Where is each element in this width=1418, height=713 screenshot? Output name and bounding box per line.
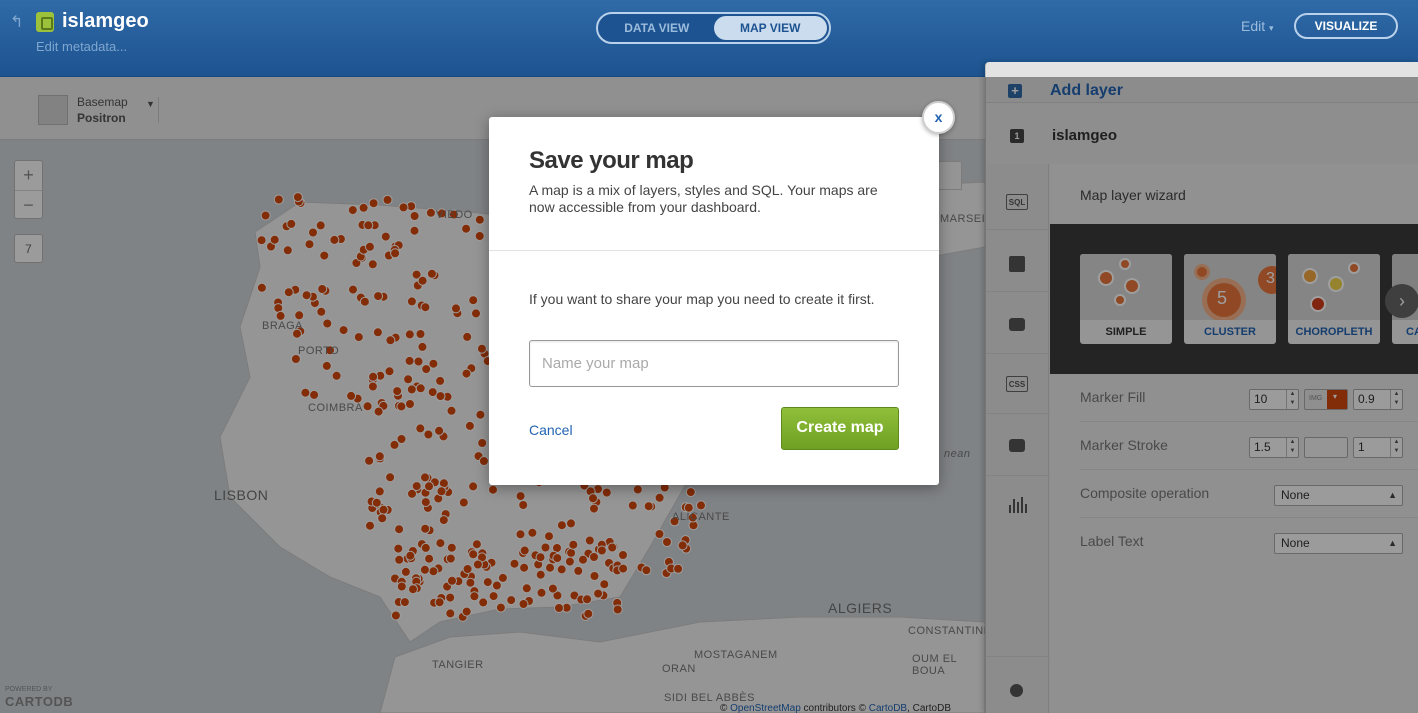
- close-icon[interactable]: x: [922, 101, 955, 134]
- edit-metadata-link[interactable]: Edit metadata...: [36, 39, 127, 54]
- edit-menu-label: Edit: [1241, 18, 1266, 34]
- cancel-button[interactable]: Cancel: [529, 422, 573, 438]
- create-map-button[interactable]: Create map: [781, 407, 899, 450]
- caret-down-icon: ▾: [1269, 23, 1274, 33]
- back-arrow-icon[interactable]: ↰: [10, 12, 23, 32]
- tab-data-view[interactable]: DATA VIEW: [600, 16, 714, 40]
- dialog-hint: If you want to share your map you need t…: [529, 291, 875, 307]
- view-toggle: DATA VIEW MAP VIEW: [596, 12, 831, 44]
- edit-menu[interactable]: Edit ▾: [1241, 18, 1274, 34]
- save-map-dialog: Save your map A map is a mix of layers, …: [489, 117, 939, 485]
- dialog-title: Save your map: [529, 147, 694, 174]
- lock-icon[interactable]: [36, 12, 54, 32]
- divider: [489, 250, 939, 251]
- tab-map-view[interactable]: MAP VIEW: [713, 16, 827, 40]
- visualize-button[interactable]: VISUALIZE: [1294, 13, 1398, 39]
- map-title[interactable]: islamgeo: [62, 10, 149, 33]
- dialog-description: A map is a mix of layers, styles and SQL…: [529, 182, 878, 215]
- map-name-input[interactable]: [529, 340, 899, 387]
